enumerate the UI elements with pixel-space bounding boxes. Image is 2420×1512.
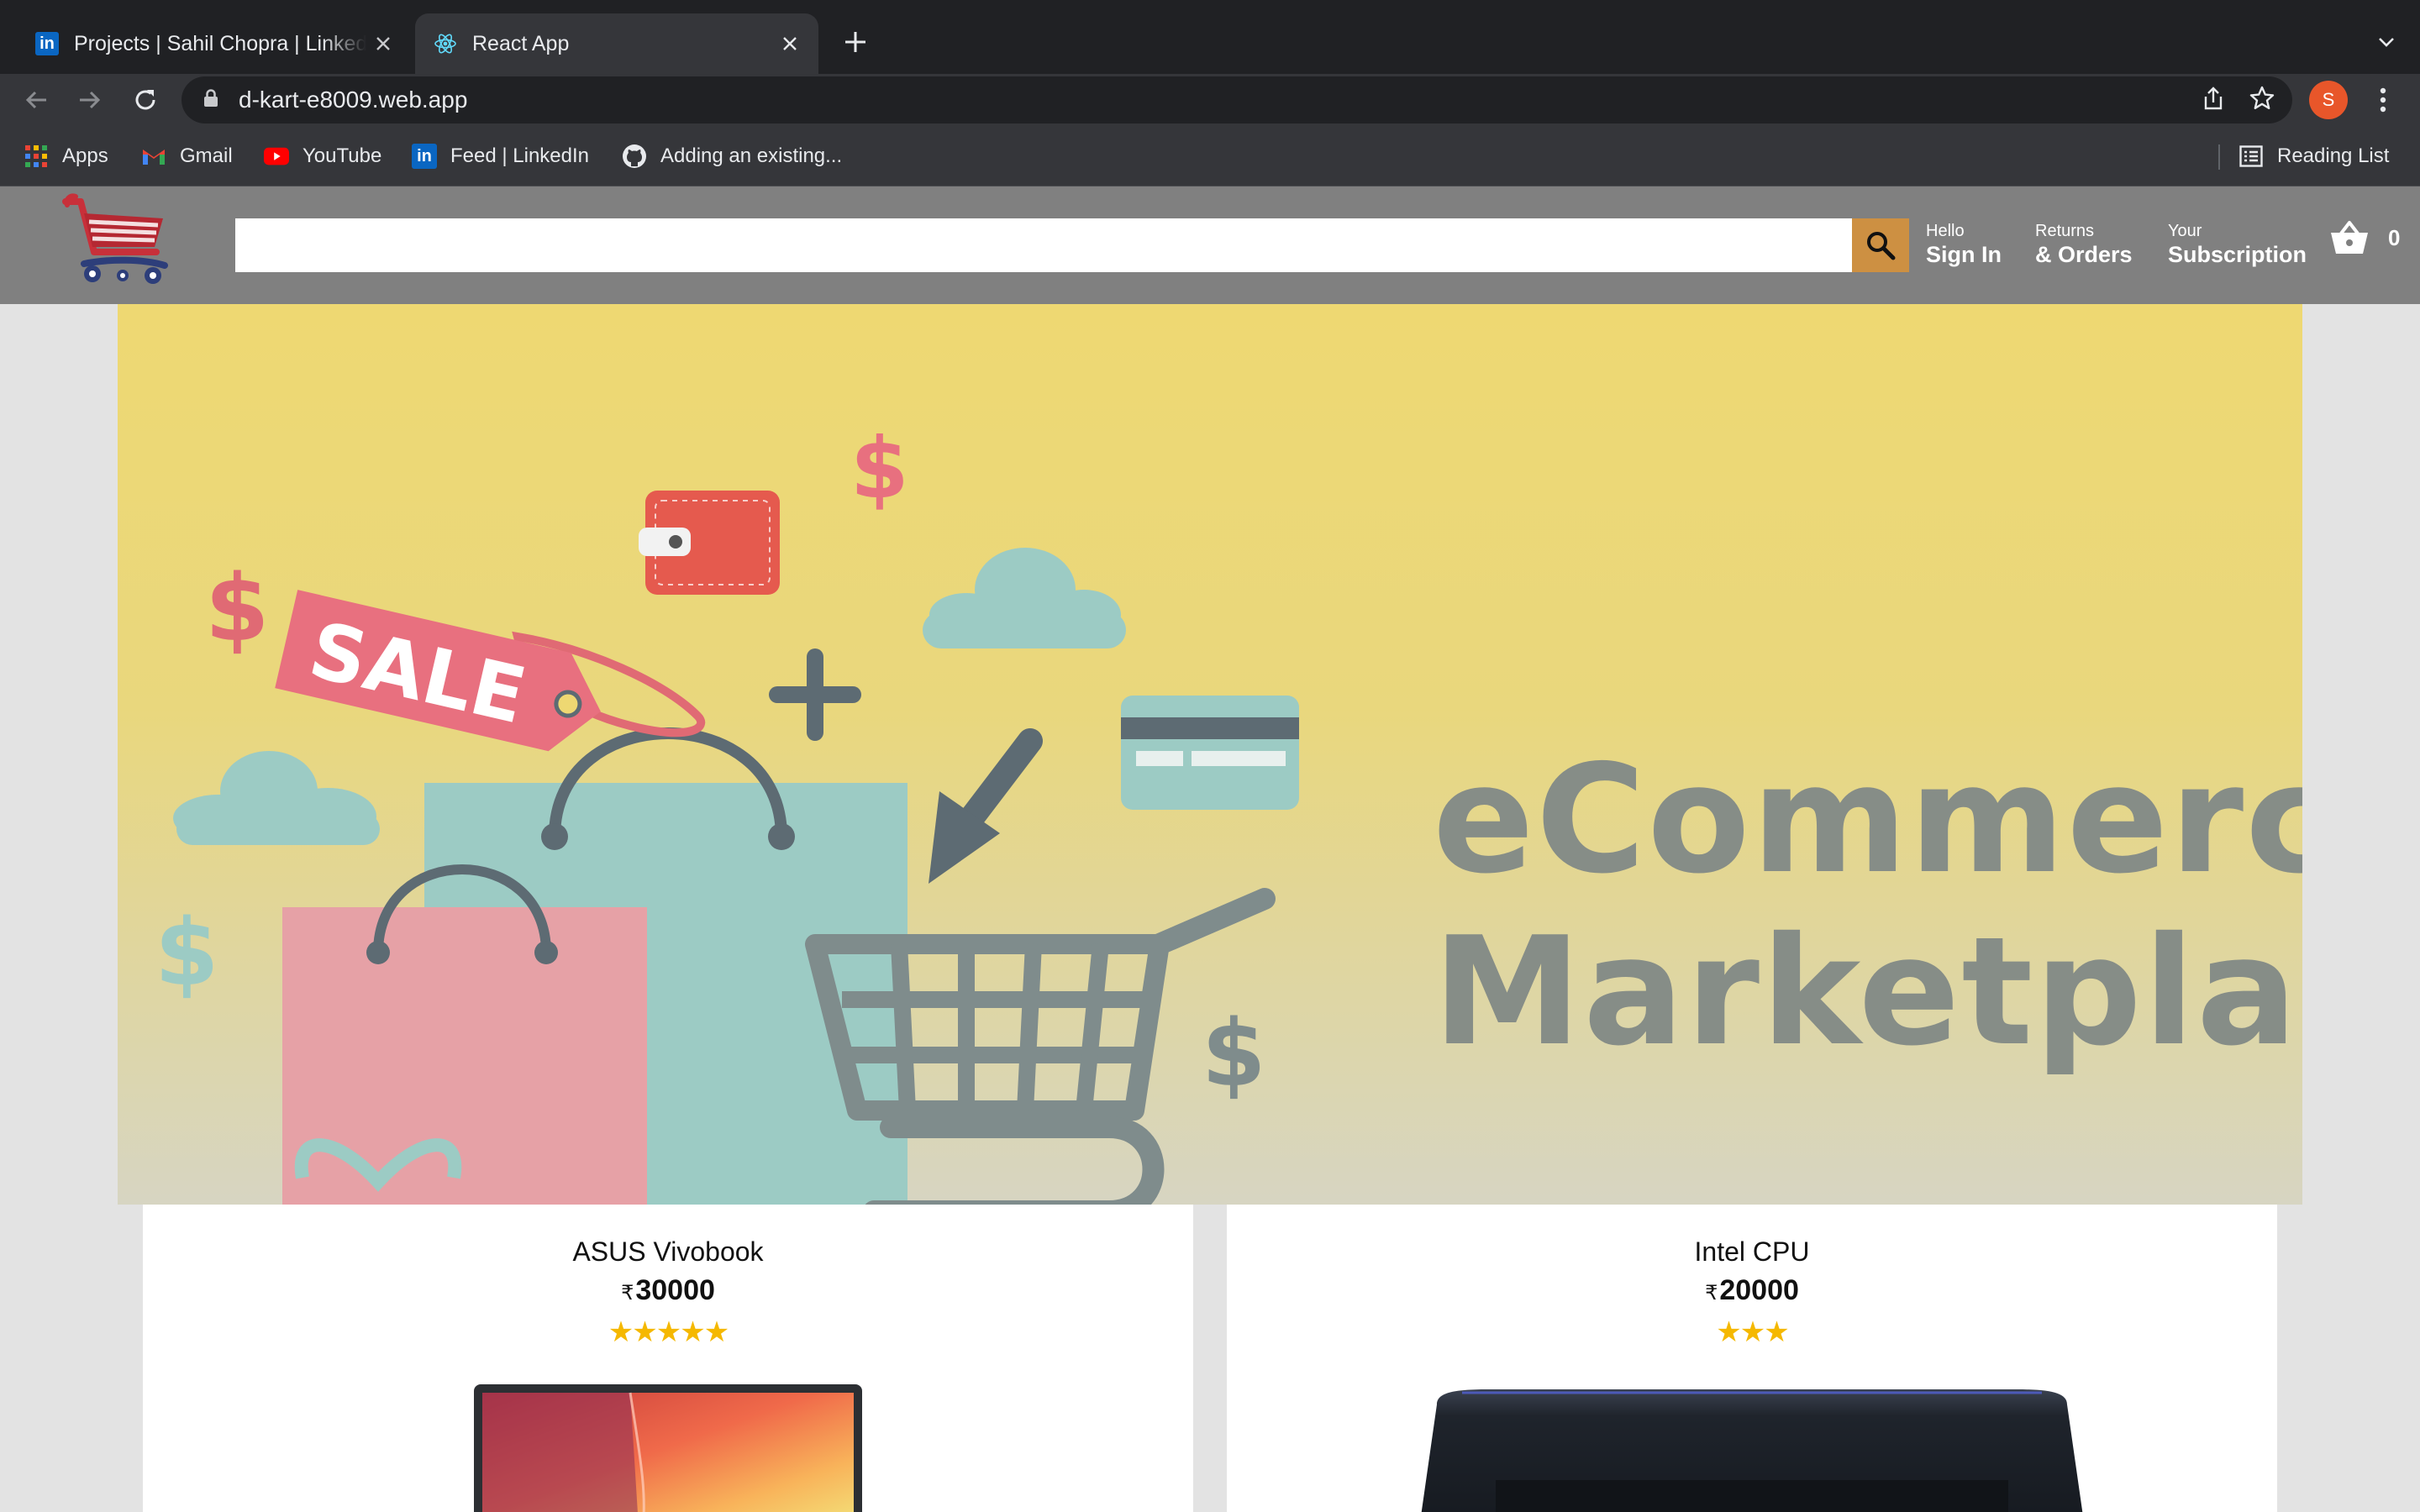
tab-linkedin-projects[interactable]: in Projects | Sahil Chopra | LinkedIn (17, 13, 412, 74)
bookmark-label: Apps (62, 144, 108, 167)
site-header: Hello Sign In Returns & Orders Your Subs… (0, 186, 2420, 304)
bookmark-label: Gmail (180, 144, 233, 167)
browser-menu-icon[interactable] (2366, 81, 2400, 119)
svg-text:$: $ (155, 899, 219, 1006)
cloud-icon (923, 548, 1126, 648)
wallet-icon (639, 491, 780, 595)
tab-react-app[interactable]: React App (415, 13, 818, 74)
subscription-link[interactable]: Your Subscription (2168, 222, 2307, 269)
gmail-icon (141, 144, 166, 169)
close-icon[interactable] (366, 27, 400, 60)
back-button[interactable] (17, 81, 55, 119)
svg-text:$: $ (850, 419, 909, 517)
sign-in-label: Sign In (1926, 242, 2002, 267)
svg-text:$: $ (205, 554, 270, 662)
currency-symbol: ₹ (621, 1282, 634, 1305)
new-tab-button[interactable] (837, 24, 874, 60)
url-text: d-kart-e8009.web.app (239, 87, 468, 113)
plus-icon (769, 648, 861, 741)
bookmark-gmail[interactable]: Gmail (141, 141, 233, 171)
cart-count: 0 (2388, 224, 2401, 250)
bookmark-apps[interactable]: Apps (24, 141, 108, 171)
product-title: Intel CPU (1694, 1236, 1810, 1267)
price-value: 20000 (1719, 1274, 1799, 1306)
product-title: ASUS Vivobook (572, 1236, 764, 1267)
tab-title: Projects | Sahil Chopra | LinkedIn (74, 31, 366, 55)
linkedin-icon: in (412, 144, 437, 169)
reload-button[interactable] (126, 81, 165, 119)
subscription-label: Subscription (2168, 242, 2307, 267)
hero-banner: $ $ $ $ SALE eCommerc Marketpla (118, 304, 2302, 1205)
laptop-image (474, 1384, 862, 1512)
returns-label: Returns (2035, 222, 2095, 240)
sign-in-link[interactable]: Hello Sign In (1926, 222, 2002, 269)
apps-grid-icon (24, 144, 49, 169)
youtube-icon (264, 144, 289, 169)
shopping-bag-icon (282, 864, 647, 1205)
bookmark-star-icon[interactable] (2249, 85, 2275, 116)
arrow-down-left-icon (929, 728, 1043, 884)
product-price: ₹30000 (143, 1273, 1193, 1310)
search-input[interactable] (235, 218, 1909, 272)
reading-list-label: Reading List (2277, 144, 2390, 167)
hero-title-line1: eCommerce (1433, 732, 2302, 906)
tab-search-chevron-icon[interactable] (2370, 25, 2403, 59)
bookmark-youtube[interactable]: YouTube (264, 141, 381, 171)
bookmarks-divider (2218, 144, 2220, 170)
tab-title: React App (472, 31, 570, 55)
bookmark-label: YouTube (302, 144, 382, 167)
your-label: Your (2168, 222, 2202, 240)
bookmarks-bar: Apps Gmail YouTube in Feed | LinkedIn Ad… (0, 126, 2420, 186)
orders-label: & Orders (2035, 242, 2133, 267)
basket-icon (2331, 221, 2368, 254)
credit-card-icon (1121, 696, 1299, 810)
reading-list-button[interactable]: Reading List (2238, 141, 2389, 171)
address-bar[interactable]: d-kart-e8009.web.app (182, 76, 2292, 123)
star-rating: ★★★★★ (608, 1316, 729, 1348)
cart-button[interactable]: 0 (2329, 220, 2400, 255)
forward-button[interactable] (71, 81, 109, 119)
cloud-icon (173, 751, 380, 845)
profile-avatar[interactable]: S (2309, 81, 2348, 119)
cart-logo[interactable] (59, 192, 176, 292)
browser-toolbar: d-kart-e8009.web.app S (0, 74, 2420, 126)
product-card[interactable]: ASUS Vivobook ₹30000 ★★★★★ (143, 1205, 1193, 1512)
share-icon[interactable] (2202, 86, 2225, 115)
product-price: ₹20000 (1227, 1273, 2277, 1310)
bookmark-label: Feed | LinkedIn (450, 144, 590, 167)
product-card[interactable]: Intel CPU ₹20000 ★★★ (1227, 1205, 2277, 1512)
search-icon (1867, 232, 1896, 260)
currency-symbol: ₹ (1705, 1282, 1718, 1305)
react-icon (434, 32, 457, 55)
bookmark-github[interactable]: Adding an existing... (622, 141, 842, 171)
bookmark-linkedin-feed[interactable]: in Feed | LinkedIn (412, 141, 589, 171)
github-icon (622, 144, 647, 169)
price-value: 30000 (635, 1274, 715, 1306)
intel-nuc-image (1421, 1389, 2083, 1512)
star-rating: ★★★ (1716, 1316, 1789, 1348)
returns-orders-link[interactable]: Returns & Orders (2035, 222, 2133, 269)
reading-list-icon (2238, 144, 2264, 169)
svg-text:$: $ (1202, 1000, 1266, 1107)
bookmark-label: Adding an existing... (660, 144, 843, 167)
sign-in-greeting: Hello (1926, 222, 1965, 240)
linkedin-icon: in (35, 32, 59, 55)
close-icon[interactable] (773, 27, 807, 60)
search-button[interactable] (1852, 218, 1909, 272)
tab-strip: in Projects | Sahil Chopra | LinkedIn Re… (0, 0, 2420, 74)
hero-title-line2: Marketplace (1433, 905, 2302, 1079)
lock-icon[interactable] (203, 88, 218, 112)
